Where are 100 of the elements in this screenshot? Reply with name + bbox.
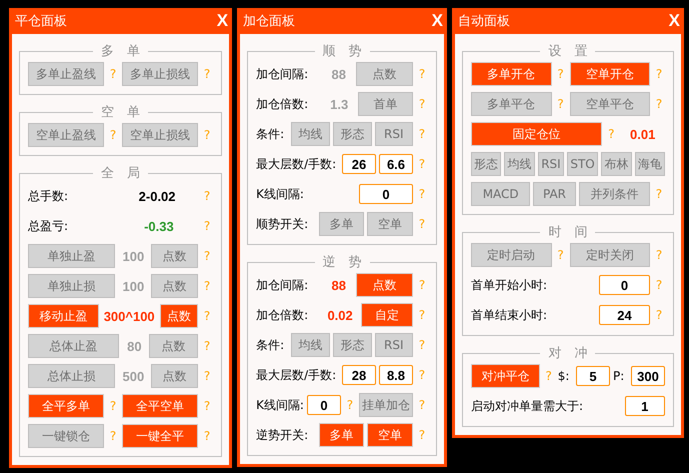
help-mark[interactable]: ?	[201, 339, 214, 353]
toggle-button[interactable]: 空单	[367, 212, 413, 236]
toggle-button[interactable]: MACD	[470, 182, 530, 206]
help-mark[interactable]: ?	[416, 67, 428, 81]
help-mark[interactable]: ?	[653, 248, 666, 262]
toggle-button[interactable]: 一键锁仓	[28, 424, 104, 448]
toggle-button[interactable]: 总体止损	[28, 364, 116, 388]
toggle-button[interactable]: 多单止盈线	[28, 62, 104, 86]
help-mark[interactable]: ?	[201, 369, 214, 383]
help-mark[interactable]: ?	[605, 127, 618, 141]
toggle-button[interactable]: 海龟	[634, 152, 665, 176]
toggle-button[interactable]: 多单	[318, 212, 364, 236]
input-field[interactable]: 26	[342, 154, 376, 174]
help-mark[interactable]: ?	[201, 309, 214, 323]
toggle-button[interactable]: 点数	[151, 364, 198, 388]
toggle-button[interactable]: 首单	[358, 92, 413, 116]
toggle-button[interactable]: 点数	[149, 334, 198, 358]
input-field[interactable]: 28	[342, 365, 376, 385]
toggle-button[interactable]: 均线	[291, 333, 330, 357]
help-mark[interactable]: ?	[201, 249, 214, 263]
toggle-button[interactable]: STO	[567, 152, 598, 176]
toggle-button[interactable]: 形态	[333, 122, 372, 146]
toggle-button[interactable]: 多单平仓	[470, 92, 552, 116]
help-mark[interactable]: ?	[554, 97, 566, 111]
help-mark[interactable]: ?	[201, 67, 214, 81]
toggle-button[interactable]: 均线	[291, 122, 330, 146]
help-mark[interactable]: ?	[201, 219, 214, 233]
help-mark[interactable]: ?	[416, 217, 428, 231]
help-mark[interactable]: ?	[416, 428, 428, 442]
help-mark[interactable]: ?	[653, 308, 665, 322]
help-mark[interactable]: ?	[344, 398, 356, 412]
input-field[interactable]: 0	[306, 395, 341, 415]
toggle-button[interactable]: 多单	[318, 423, 364, 447]
toggle-button[interactable]: 空单止损线	[122, 123, 198, 147]
input-field[interactable]: 0	[599, 275, 650, 295]
input-field[interactable]: 0	[358, 184, 413, 204]
help-mark[interactable]: ?	[201, 189, 214, 203]
input-field[interactable]: 1	[624, 396, 665, 416]
toggle-button[interactable]: 多单止损线	[122, 62, 198, 86]
input-field[interactable]: 8.8	[378, 365, 413, 385]
toggle-button[interactable]: RSI	[538, 152, 564, 176]
input-field[interactable]: 300	[631, 366, 665, 386]
input-field[interactable]: 5	[576, 366, 610, 386]
close-button[interactable]: X	[432, 11, 443, 31]
help-mark[interactable]: ?	[201, 429, 214, 443]
help-mark[interactable]: ?	[107, 67, 120, 81]
toggle-button[interactable]: 单独止损	[28, 274, 116, 298]
input-field[interactable]: 6.6	[378, 154, 413, 174]
toggle-button[interactable]: 总体止盈	[28, 334, 120, 358]
toggle-button[interactable]: 挂单加仓	[358, 393, 413, 417]
help-mark[interactable]: ?	[416, 187, 428, 201]
toggle-button[interactable]: 点数	[160, 304, 198, 328]
close-button[interactable]: X	[216, 11, 228, 31]
help-mark[interactable]: ?	[201, 128, 214, 142]
help-mark[interactable]: ?	[416, 278, 428, 292]
toggle-button[interactable]: 空单止盈线	[28, 123, 104, 147]
toggle-button[interactable]: 单独止盈	[28, 244, 116, 268]
toggle-button[interactable]: 点数	[151, 274, 198, 298]
toggle-button[interactable]: RSI	[374, 333, 413, 357]
toggle-button[interactable]: 全平多单	[28, 394, 104, 418]
help-mark[interactable]: ?	[416, 97, 428, 111]
toggle-button[interactable]: 移动止盈	[28, 304, 99, 328]
toggle-button[interactable]: RSI	[374, 122, 413, 146]
toggle-button[interactable]: 固定仓位	[470, 122, 602, 146]
help-mark[interactable]: ?	[554, 248, 566, 262]
toggle-button[interactable]: 一键全平	[122, 424, 198, 448]
toggle-button[interactable]: 点数	[151, 244, 198, 268]
toggle-button[interactable]: 定时启动	[470, 243, 552, 267]
toggle-button[interactable]: 空单开仓	[570, 62, 650, 86]
help-mark[interactable]: ?	[653, 278, 665, 292]
toggle-button[interactable]: PAR	[533, 182, 576, 206]
toggle-button[interactable]: 空单	[367, 423, 413, 447]
input-field[interactable]: 24	[599, 305, 650, 325]
toggle-button[interactable]: 布林	[601, 152, 632, 176]
help-mark[interactable]: ?	[653, 67, 666, 81]
help-mark[interactable]: ?	[542, 369, 555, 383]
toggle-button[interactable]: 自定	[361, 303, 413, 327]
help-mark[interactable]: ?	[201, 279, 214, 293]
help-mark[interactable]: ?	[416, 398, 428, 412]
toggle-button[interactable]: 形态	[333, 333, 372, 357]
help-mark[interactable]: ?	[416, 308, 428, 322]
toggle-button[interactable]: 点数	[356, 273, 413, 297]
toggle-button[interactable]: 均线	[504, 152, 535, 176]
help-mark[interactable]: ?	[653, 97, 666, 111]
toggle-button[interactable]: 全平空单	[122, 394, 198, 418]
toggle-button[interactable]: 形态	[470, 152, 502, 176]
toggle-button[interactable]: 多单开仓	[470, 62, 552, 86]
help-mark[interactable]: ?	[554, 67, 566, 81]
toggle-button[interactable]: 定时关闭	[570, 243, 650, 267]
help-mark[interactable]: ?	[416, 127, 428, 141]
help-mark[interactable]: ?	[416, 338, 428, 352]
help-mark[interactable]: ?	[652, 187, 665, 201]
toggle-button[interactable]: 点数	[356, 62, 413, 86]
help-mark[interactable]: ?	[416, 368, 428, 382]
toggle-button[interactable]: 空单平仓	[570, 92, 650, 116]
toggle-button[interactable]: 并列条件	[578, 182, 650, 206]
help-mark[interactable]: ?	[201, 399, 214, 413]
help-mark[interactable]: ?	[107, 128, 120, 142]
close-button[interactable]: X	[668, 11, 680, 31]
help-mark[interactable]: ?	[107, 429, 120, 443]
